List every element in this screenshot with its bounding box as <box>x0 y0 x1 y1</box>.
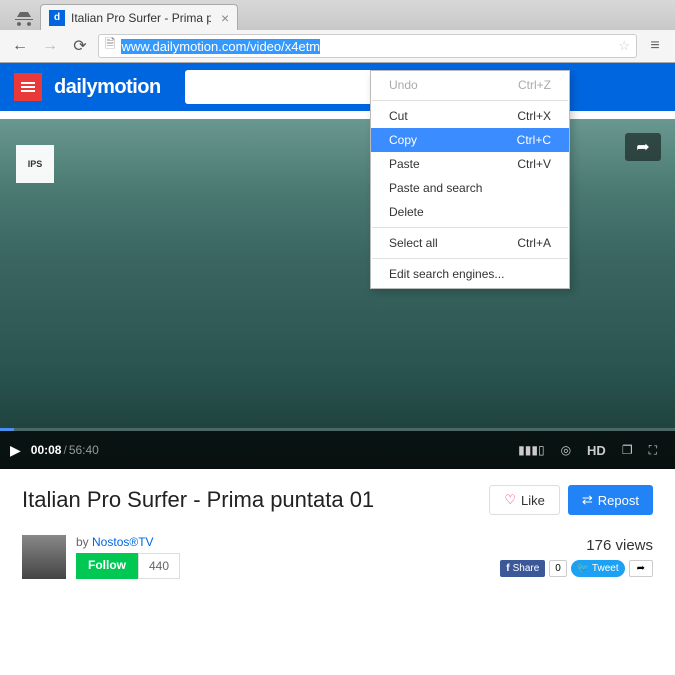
context-menu: UndoCtrl+Z CutCtrl+X CopyCtrl+C PasteCtr… <box>370 70 570 289</box>
tab-favicon: d <box>49 10 65 26</box>
video-info-row: Italian Pro Surfer - Prima puntata 01 ♡L… <box>0 469 675 531</box>
ctx-cut[interactable]: CutCtrl+X <box>371 104 569 128</box>
play-button[interactable]: ▶ <box>10 442 21 459</box>
url-text: www.dailymotion.com/video/x4etm <box>121 39 320 54</box>
channel-link[interactable]: Nostos®TV <box>92 535 154 549</box>
hamburger-icon[interactable] <box>14 73 42 101</box>
tab-bar: d Italian Pro Surfer - Prima p × <box>0 0 675 30</box>
ctx-paste[interactable]: PasteCtrl+V <box>371 152 569 176</box>
ctx-delete[interactable]: Delete <box>371 200 569 224</box>
pip-icon[interactable]: ❐ <box>622 443 633 457</box>
share-overlay-icon[interactable]: ➦ <box>625 133 661 161</box>
ctx-select-all[interactable]: Select allCtrl+A <box>371 231 569 255</box>
volume-icon[interactable]: ▮▮▮▯ <box>518 443 544 457</box>
heart-icon: ♡ <box>504 492 516 508</box>
follower-count: 440 <box>138 553 180 579</box>
tab-title: Italian Pro Surfer - Prima p <box>71 11 211 25</box>
channel-avatar[interactable] <box>22 535 66 579</box>
reload-button[interactable]: ⟳ <box>68 34 92 58</box>
back-button[interactable]: ← <box>8 34 32 58</box>
ctx-divider <box>372 227 568 228</box>
browser-menu-icon[interactable]: ≡ <box>643 34 667 58</box>
page-content: dailymotion IPS ➦ ▶ 00:08 / 56:40 ▮▮▮▯ ◎… <box>0 63 675 583</box>
video-player[interactable]: IPS ➦ ▶ 00:08 / 56:40 ▮▮▮▯ ◎ HD ❐ ⛶ <box>0 119 675 469</box>
browser-toolbar: ← → ⟳ 🗎 www.dailymotion.com/video/x4etm … <box>0 30 675 62</box>
follow-button[interactable]: Follow <box>76 553 138 579</box>
page-icon: 🗎 <box>105 35 115 57</box>
ctx-divider <box>372 100 568 101</box>
channel-byline: by Nostos®TV <box>76 535 180 549</box>
progress-bar[interactable] <box>0 428 675 431</box>
fb-share-button[interactable]: f Share <box>500 560 545 577</box>
video-watermark: IPS <box>16 145 54 183</box>
site-logo[interactable]: dailymotion <box>54 76 161 99</box>
browser-chrome: d Italian Pro Surfer - Prima p × ← → ⟳ 🗎… <box>0 0 675 63</box>
time-current: 00:08 <box>31 443 62 457</box>
video-title: Italian Pro Surfer - Prima puntata 01 <box>22 487 374 513</box>
time-duration: 56:40 <box>69 443 99 457</box>
tab-close-icon[interactable]: × <box>221 10 229 26</box>
ctx-paste-search[interactable]: Paste and search <box>371 176 569 200</box>
fullscreen-icon[interactable]: ⛶ <box>649 443 657 458</box>
ctx-undo: UndoCtrl+Z <box>371 73 569 97</box>
fb-share-count: 0 <box>549 560 567 577</box>
view-count: 176 views <box>586 537 653 554</box>
ctx-copy[interactable]: CopyCtrl+C <box>371 128 569 152</box>
channel-row: by Nostos®TV Follow 440 176 views f Shar… <box>0 531 675 583</box>
player-controls: ▶ 00:08 / 56:40 ▮▮▮▯ ◎ HD ❐ ⛶ <box>0 431 675 469</box>
share-small-icon[interactable]: ➦ <box>629 560 653 577</box>
bookmark-star-icon[interactable]: ☆ <box>618 38 630 54</box>
incognito-icon <box>8 6 40 30</box>
repost-icon: ⇄ <box>582 492 593 508</box>
video-frame <box>0 119 675 469</box>
cast-icon[interactable]: ◎ <box>561 443 571 457</box>
repost-button[interactable]: ⇄Repost <box>568 485 653 515</box>
url-bar[interactable]: 🗎 www.dailymotion.com/video/x4etm ☆ <box>98 34 637 58</box>
ctx-edit-engines[interactable]: Edit search engines... <box>371 262 569 286</box>
tweet-button[interactable]: 🐦 Tweet <box>571 560 625 577</box>
like-button[interactable]: ♡Like <box>489 485 560 515</box>
quality-button[interactable]: HD <box>587 443 606 458</box>
site-header: dailymotion <box>0 63 675 111</box>
ctx-divider <box>372 258 568 259</box>
action-buttons: ♡Like ⇄Repost <box>489 485 653 515</box>
browser-tab[interactable]: d Italian Pro Surfer - Prima p × <box>40 4 238 30</box>
forward-button: → <box>38 34 62 58</box>
